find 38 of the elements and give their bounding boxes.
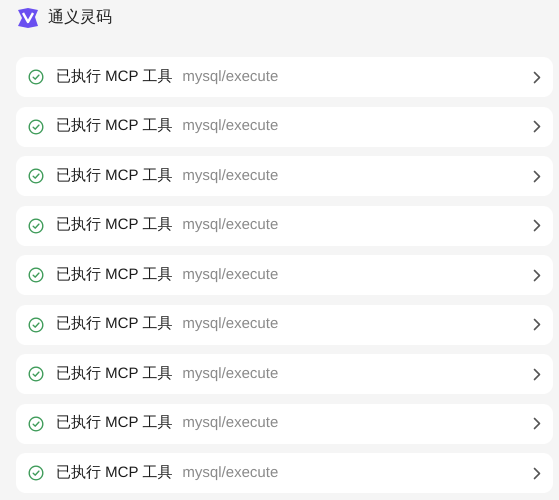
tool-call-label: 已执行 MCP 工具 [56,462,172,483]
tool-call-row[interactable]: 已执行 MCP 工具 mysql/execute [16,453,553,493]
chevron-right-icon [533,170,541,182]
tool-name: mysql/execute [182,215,278,236]
tool-call-row[interactable]: 已执行 MCP 工具 mysql/execute [16,106,553,146]
tool-name: mysql/execute [182,364,278,384]
tool-call-label: 已执行 MCP 工具 [56,215,172,236]
chevron-right-icon [533,70,541,84]
logo-icon [16,6,40,28]
tool-name: mysql/execute [182,462,278,483]
tool-call-row[interactable]: 已执行 MCP 工具 mysql/execute [16,304,553,344]
tool-call-row[interactable]: 已执行 MCP 工具 mysql/execute [16,57,553,97]
tool-call-row[interactable]: 已执行 MCP 工具 mysql/execute [16,206,553,246]
tool-call-label: 已执行 MCP 工具 [56,413,172,434]
tool-call-row[interactable]: 已执行 MCP 工具 mysql/execute [16,404,553,444]
tool-call-label: 已执行 MCP 工具 [56,364,172,384]
app-name: 通义灵码 [48,8,112,28]
tool-call-label: 已执行 MCP 工具 [56,166,172,186]
tool-call-row[interactable]: 已执行 MCP 工具 mysql/execute [16,255,553,295]
tool-call-label: 已执行 MCP 工具 [56,66,172,87]
tool-name: mysql/execute [182,166,278,186]
chevron-right-icon [533,318,541,331]
chevron-right-icon [533,417,541,430]
chevron-right-icon [533,120,541,133]
tool-call-row[interactable]: 已执行 MCP 工具 mysql/execute [16,156,553,196]
chevron-right-icon [533,219,541,232]
tool-call-label: 已执行 MCP 工具 [56,264,172,285]
tool-call-label: 已执行 MCP 工具 [56,314,172,334]
tool-name: mysql/execute [182,66,278,87]
chevron-right-icon [533,368,541,380]
chevron-right-icon [533,268,541,282]
tool-call-label: 已执行 MCP 工具 [56,116,172,136]
tool-call-row[interactable]: 已执行 MCP 工具 mysql/execute [16,354,553,394]
tool-name: mysql/execute [182,264,278,285]
tool-name: mysql/execute [182,116,278,136]
tool-name: mysql/execute [182,314,278,334]
tool-name: mysql/execute [182,413,278,434]
chevron-right-icon [533,466,541,480]
